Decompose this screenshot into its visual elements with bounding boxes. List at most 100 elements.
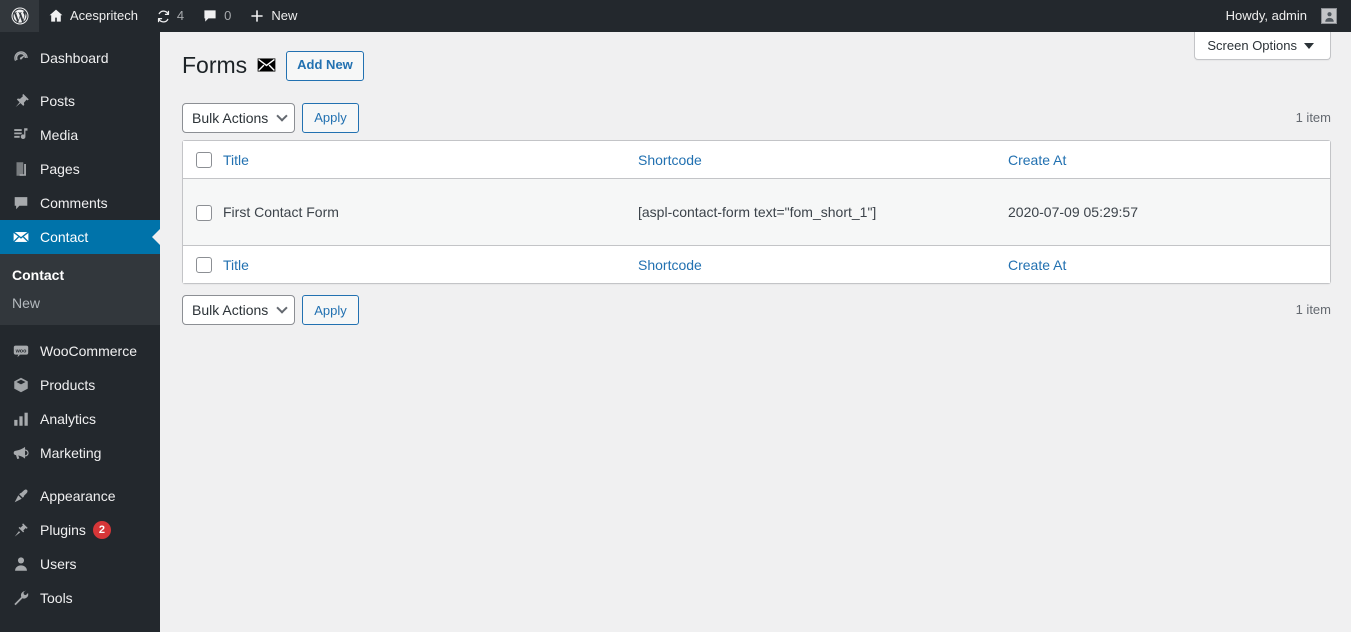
sidebar-item-label: Comments	[40, 195, 108, 211]
sidebar-item-label: Pages	[40, 161, 80, 177]
sidebar-item-label: Appearance	[40, 488, 116, 504]
admin-bar: Acespritech 4 0 New Howdy, admin	[0, 0, 1351, 32]
wordpress-logo-icon[interactable]	[0, 0, 39, 32]
admin-bar-right: Howdy, admin	[1217, 0, 1351, 32]
updates-count: 4	[176, 8, 185, 23]
forms-list-table: Title Shortcode Create At First Contact …	[182, 139, 1331, 285]
sidebar-item-label: WooCommerce	[40, 343, 137, 359]
select-all-header	[183, 140, 223, 180]
sidebar-item-label: Dashboard	[40, 50, 109, 66]
howdy-label: Howdy, admin	[1225, 8, 1307, 23]
bulk-actions-select-top[interactable]: Bulk Actions	[182, 102, 296, 133]
my-account-menu[interactable]: Howdy, admin	[1217, 0, 1351, 32]
apply-button-top[interactable]: Apply	[302, 102, 359, 133]
column-footer-created: Create At	[1008, 245, 1330, 284]
sidebar-item-label: Users	[40, 556, 77, 572]
menu-separator	[0, 325, 160, 334]
tablenav-top: Bulk Actions Apply 1 item	[182, 102, 1331, 133]
sidebar-item-label: Media	[40, 127, 79, 143]
box-icon	[11, 375, 31, 395]
sidebar-item-comments[interactable]: Comments	[0, 186, 160, 220]
sidebar-item-label: Marketing	[40, 445, 102, 461]
new-content-menu[interactable]: New	[240, 0, 306, 32]
bulk-actions-select-bottom[interactable]: Bulk Actions	[182, 295, 296, 326]
table-row: First Contact Form [aspl-contact-form te…	[183, 179, 1330, 246]
new-content-label: New	[271, 8, 298, 23]
sort-link-title[interactable]: Title	[223, 152, 249, 168]
woocommerce-icon: woo	[11, 341, 31, 361]
row-shortcode-cell: [aspl-contact-form text="fom_short_1"]	[638, 179, 1008, 246]
column-header-title: Title	[223, 140, 638, 180]
column-footer-title: Title	[223, 245, 638, 284]
apply-button-bottom[interactable]: Apply	[302, 295, 359, 326]
sidebar-item-marketing[interactable]: Marketing	[0, 436, 160, 470]
comments-menu[interactable]: 0	[193, 0, 240, 32]
sidebar-item-tools[interactable]: Tools	[0, 581, 160, 615]
comments-count: 0	[224, 8, 232, 23]
sidebar-item-appearance[interactable]: Appearance	[0, 479, 160, 513]
admin-sidebar-menu: Dashboard Posts Media Pages Comments Con…	[0, 32, 160, 632]
select-all-footer	[183, 245, 223, 284]
table-body: First Contact Form [aspl-contact-form te…	[183, 179, 1330, 246]
megaphone-icon	[11, 443, 31, 463]
screen-meta-links: Screen Options	[1194, 32, 1331, 66]
sidebar-item-label: Products	[40, 377, 96, 393]
submenu-item-new[interactable]: New	[0, 289, 160, 317]
table-head: Title Shortcode Create At	[183, 140, 1330, 180]
sidebar-item-analytics[interactable]: Analytics	[0, 402, 160, 436]
page-title: Forms	[182, 52, 248, 78]
row-checkbox[interactable]	[196, 204, 212, 221]
sidebar-item-contact[interactable]: Contact	[0, 220, 160, 254]
column-header-shortcode: Shortcode	[638, 140, 1008, 180]
wrench-icon	[11, 588, 31, 608]
menu-separator	[0, 75, 160, 84]
sidebar-item-posts[interactable]: Posts	[0, 84, 160, 118]
user-avatar-icon	[1321, 8, 1337, 24]
sort-link-shortcode[interactable]: Shortcode	[638, 152, 702, 168]
sidebar-item-products[interactable]: Products	[0, 368, 160, 402]
sidebar-item-plugins[interactable]: Plugins 2	[0, 513, 160, 547]
envelope-icon	[11, 227, 31, 247]
chevron-down-icon	[1304, 42, 1314, 49]
menu-separator	[0, 32, 160, 41]
comment-bubble-icon	[11, 193, 31, 213]
plugins-update-badge: 2	[92, 521, 111, 539]
sidebar-item-media[interactable]: Media	[0, 118, 160, 152]
screen-options-button[interactable]: Screen Options	[1194, 32, 1331, 60]
submenu-item-contact[interactable]: Contact	[0, 261, 160, 289]
sidebar-item-pages[interactable]: Pages	[0, 152, 160, 186]
site-name-label: Acespritech	[70, 8, 138, 23]
updates-menu[interactable]: 4	[147, 0, 193, 32]
media-icon	[11, 125, 31, 145]
select-all-checkbox-bottom[interactable]	[196, 257, 212, 274]
column-footer-shortcode: Shortcode	[638, 245, 1008, 284]
content-area: Screen Options Forms Add New Bulk Action…	[160, 32, 1351, 632]
sidebar-item-users[interactable]: Users	[0, 547, 160, 581]
page-header: Forms Add New	[182, 42, 1331, 81]
page-wrap: Forms Add New Bulk Actions Apply 1 item	[160, 32, 1351, 326]
chevron-down-icon	[276, 110, 288, 122]
sidebar-item-dashboard[interactable]: Dashboard	[0, 41, 160, 75]
table-header-row: Title Shortcode Create At	[183, 140, 1330, 180]
sidebar-item-woocommerce[interactable]: woo WooCommerce	[0, 334, 160, 368]
sort-link-title-bottom[interactable]: Title	[223, 257, 249, 273]
plus-icon	[249, 8, 265, 24]
plug-icon	[11, 520, 31, 540]
updates-icon	[156, 9, 171, 24]
bar-chart-icon	[11, 409, 31, 429]
sort-link-created-bottom[interactable]: Create At	[1008, 257, 1066, 273]
row-select-cell	[183, 179, 223, 246]
pin-icon	[11, 91, 31, 111]
screen-options-label: Screen Options	[1207, 38, 1297, 53]
sidebar-item-label: Tools	[40, 590, 73, 606]
select-all-checkbox-top[interactable]	[196, 152, 212, 169]
displaying-num-bottom: 1 item	[1295, 302, 1331, 318]
sidebar-item-label: Plugins	[40, 522, 86, 538]
sidebar-item-label: Contact	[40, 229, 89, 245]
row-title-cell: First Contact Form	[223, 179, 638, 246]
sort-link-shortcode-bottom[interactable]: Shortcode	[638, 257, 702, 273]
site-name-menu[interactable]: Acespritech	[39, 0, 147, 32]
user-icon	[11, 554, 31, 574]
sort-link-created[interactable]: Create At	[1008, 152, 1066, 168]
add-new-button[interactable]: Add New	[286, 51, 364, 81]
